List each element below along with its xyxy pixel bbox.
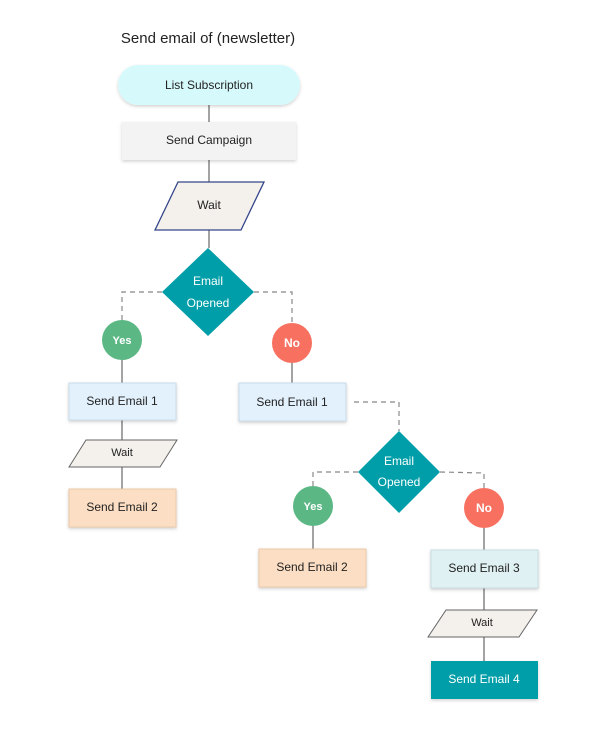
node-send-email-4[interactable]: Send Email 4 [431, 661, 538, 699]
node-label: Send Email 2 [276, 560, 348, 574]
dashed-connector-yes [312, 471, 358, 486]
node-label: No [476, 501, 492, 515]
node-label: Yes [113, 335, 132, 347]
node-no-2[interactable]: No [464, 488, 504, 528]
node-wait[interactable]: Wait [153, 181, 266, 231]
node-send-email-2-yes[interactable]: Send Email 2 [68, 488, 177, 528]
node-label: Wait [111, 447, 133, 459]
dashed-connector-no [439, 471, 485, 488]
node-decision-email-opened-2[interactable]: Email Opened [358, 431, 440, 513]
node-yes-2[interactable]: Yes [293, 486, 333, 526]
node-label: Send Email 2 [86, 500, 158, 514]
node-label: Wait [471, 617, 493, 629]
node-send-campaign[interactable]: Send Campaign [122, 122, 296, 160]
node-send-email-1-no[interactable]: Send Email 1 [238, 382, 347, 422]
node-decision-email-opened[interactable]: Email Opened [162, 248, 254, 336]
node-label: Wait [197, 198, 221, 212]
dashed-connector-yes [121, 291, 162, 321]
decision-shape [162, 248, 254, 336]
node-no[interactable]: No [272, 323, 312, 363]
node-label: List Subscription [165, 78, 253, 92]
node-wait-yes[interactable]: Wait [68, 439, 178, 468]
diagram-title: Send email of (newsletter) [121, 30, 295, 47]
node-label: Send Email 1 [86, 394, 158, 408]
node-send-email-1-yes[interactable]: Send Email 1 [68, 382, 177, 421]
node-list-subscription[interactable]: List Subscription [118, 65, 300, 105]
node-wait-no[interactable]: Wait [427, 609, 538, 638]
node-label: Send Campaign [166, 133, 252, 147]
dashed-connector [354, 401, 400, 431]
node-yes[interactable]: Yes [102, 320, 142, 360]
node-label: Yes [304, 501, 323, 513]
dashed-connector-no [254, 291, 293, 323]
node-label: Email [193, 274, 223, 288]
node-label: Email [384, 454, 414, 468]
node-send-email-3[interactable]: Send Email 3 [430, 549, 539, 589]
decision-shape [358, 431, 440, 513]
node-label: Send Email 3 [448, 561, 520, 575]
node-label: Send Email 4 [448, 672, 520, 686]
node-label: Send Email 1 [256, 395, 328, 409]
node-label: Opened [187, 296, 230, 310]
flowchart: Send email of (newsletter) List Subscrip… [68, 30, 539, 699]
node-label: Opened [378, 475, 421, 489]
node-send-email-2-branch2[interactable]: Send Email 2 [258, 548, 367, 588]
node-label: No [284, 336, 300, 350]
